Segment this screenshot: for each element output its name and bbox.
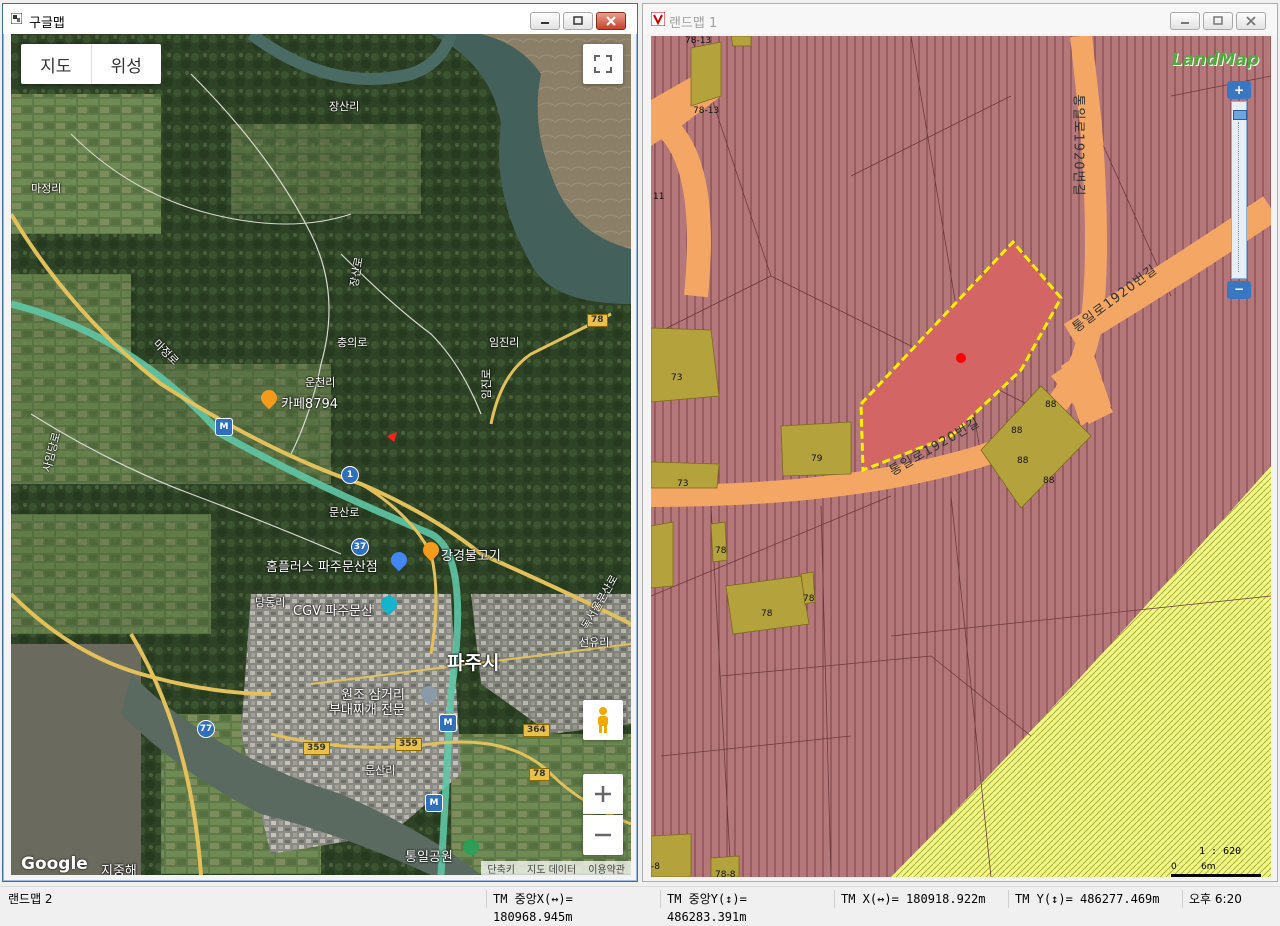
route-shield-364: 364 (523, 724, 550, 737)
label-gangyeong-bulgogi[interactable]: 강경불고기 (441, 545, 501, 564)
parcel-88-a: 88 (1045, 400, 1057, 410)
shortcuts-link[interactable]: 단축키 (481, 861, 521, 876)
plus-icon: + (1233, 83, 1245, 97)
label-munsan-ro: 문산로 (329, 506, 360, 519)
landmap-logo: LandMap (1171, 50, 1259, 70)
route-shield-359-a: 359 (303, 742, 330, 755)
pegman-icon (598, 707, 608, 733)
terms-link[interactable]: 이용약관 (582, 861, 631, 876)
parcel-78-b: 78 (761, 609, 773, 619)
parcel-88-b: 88 (1011, 426, 1023, 436)
status-tm-y: TM Y(↕)= 486277.469m (1008, 890, 1180, 908)
close-button[interactable] (1236, 12, 1266, 30)
label-uncheonri: 운천리 (305, 376, 336, 389)
zoom-slider[interactable]: + − (1227, 81, 1251, 301)
zoom-in-button[interactable]: + (1227, 81, 1251, 99)
street-view-pegman-button[interactable] (583, 700, 623, 740)
status-tm-x: TM X(↔)= 180918.922m (834, 890, 1006, 908)
parcel-79: 79 (811, 454, 823, 464)
minus-icon (595, 833, 611, 837)
parcel-73-a: 73 (671, 373, 683, 383)
parcel-78-13: 78-13 (693, 106, 720, 116)
metro-station-icon[interactable]: M (439, 714, 457, 732)
google-logo: Google (21, 854, 88, 874)
metro-station-icon[interactable]: M (215, 418, 233, 436)
parcel-minus8: -8 (651, 862, 660, 872)
label-jangsanri: 장산리 (329, 100, 360, 113)
minimize-button[interactable] (530, 12, 560, 30)
parcel-78-c: 78 (803, 594, 815, 604)
landmap-app-icon (651, 12, 665, 26)
window-title: 랜드맵 1 (669, 16, 718, 31)
scale-ratio: 1 : 620 (1199, 846, 1242, 857)
label-tongil-park[interactable]: 통일공원 (405, 846, 453, 865)
zoom-in-button[interactable] (583, 774, 623, 814)
map-footer: 단축키 지도 데이터 이용약관 (481, 861, 631, 875)
minimize-button[interactable] (1170, 12, 1200, 30)
route-shield-37: 37 (351, 538, 369, 556)
route-shield-77: 77 (197, 720, 215, 738)
parcel-88-d: 88 (1043, 476, 1055, 486)
metro-station-icon[interactable]: M (425, 794, 443, 812)
fullscreen-icon (594, 55, 612, 73)
status-bar: 랜드맵 2 TM 중앙X(↔)= 180968.945m TM 중앙Y(↕)= … (0, 886, 1280, 924)
status-app-name: 랜드맵 2 (8, 892, 53, 906)
status-time: 오후 6:20 (1182, 890, 1278, 908)
maximize-button[interactable] (563, 12, 593, 30)
zoom-out-button[interactable] (583, 815, 623, 855)
label-cafe8794[interactable]: 카페8794 (281, 393, 338, 412)
close-button[interactable] (596, 12, 626, 30)
parcel-73-b: 73 (677, 479, 689, 489)
cadastral-map[interactable]: 78-13 78-13 11 73 79 73 88 88 88 88 78 7… (651, 36, 1271, 877)
google-map-window: 구글맵 지도 위성 장산리 마정리 장산로 충의로 임진리 운천리 카페8794… (2, 3, 638, 882)
label-dangdongri: 당동리 (255, 596, 286, 609)
label-cgv[interactable]: CGV 파주문산 (293, 600, 373, 619)
label-homeplus[interactable]: 홈플러스 파주문산점 (266, 556, 378, 575)
label-majeongri: 마정리 (31, 182, 62, 195)
scale-bar (1171, 874, 1261, 877)
map-type-control: 지도 위성 (21, 44, 161, 84)
plus-icon (595, 786, 611, 802)
parcel-11: 11 (653, 192, 665, 202)
zoom-thumb[interactable] (1233, 110, 1247, 120)
status-tm-center-x: TM 중앙X(↔)= 180968.945m (486, 890, 658, 924)
scale-unit: 6m (1201, 862, 1216, 872)
fullscreen-button[interactable] (583, 44, 623, 84)
title-bar[interactable]: 구글맵 (3, 4, 637, 34)
route-shield-1: 1 (341, 466, 359, 484)
title-bar[interactable]: 랜드맵 1 (643, 4, 1277, 34)
label-pajusi: 파주시 (447, 652, 500, 674)
park-pin-icon[interactable] (463, 839, 479, 855)
road-label-vertical: 통일로1920번길 (1070, 94, 1086, 197)
label-seonyuri: 선유리 (579, 636, 610, 649)
cadastral-canvas (651, 36, 1271, 877)
window-title: 구글맵 (29, 16, 65, 31)
label-chungui-ro: 충의로 (337, 336, 368, 349)
parcel-88-c: 88 (1017, 456, 1029, 466)
map-data-link[interactable]: 지도 데이터 (521, 861, 582, 876)
parcel-78-8: 78-8 (715, 870, 736, 877)
zoom-out-button[interactable]: − (1227, 281, 1251, 299)
route-shield-78-b: 78 (529, 768, 550, 781)
route-shield-359-b: 359 (395, 738, 422, 751)
landmap-window: 랜드맵 1 78-13 78-13 11 73 79 73 88 88 88 8… (642, 3, 1278, 882)
app-icon (11, 13, 22, 24)
minus-icon: − (1233, 282, 1245, 296)
route-shield-78: 78 (587, 314, 608, 327)
label-jijunghae[interactable]: 지중해 (101, 860, 137, 875)
label-budae-jjigae[interactable]: 부대찌개 전문 (329, 699, 405, 718)
satellite-map[interactable]: 지도 위성 장산리 마정리 장산로 충의로 임진리 운천리 카페8794 문산로… (11, 34, 631, 875)
label-munsanri: 문산리 (365, 764, 396, 777)
label-imjin-ro: 임진로 (480, 368, 494, 400)
parcel-78-a: 78 (715, 546, 727, 556)
label-imjinri: 임진리 (489, 336, 520, 349)
scale-zero: 0 (1171, 862, 1177, 872)
status-tm-center-y: TM 중앙Y(↕)= 486283.391m (660, 890, 832, 924)
zoom-track[interactable] (1231, 101, 1247, 279)
map-type-satellite-button[interactable]: 위성 (92, 44, 162, 84)
maximize-button[interactable] (1203, 12, 1233, 30)
parcel-78-13-top: 78-13 (685, 36, 712, 46)
map-type-map-button[interactable]: 지도 (21, 44, 92, 84)
